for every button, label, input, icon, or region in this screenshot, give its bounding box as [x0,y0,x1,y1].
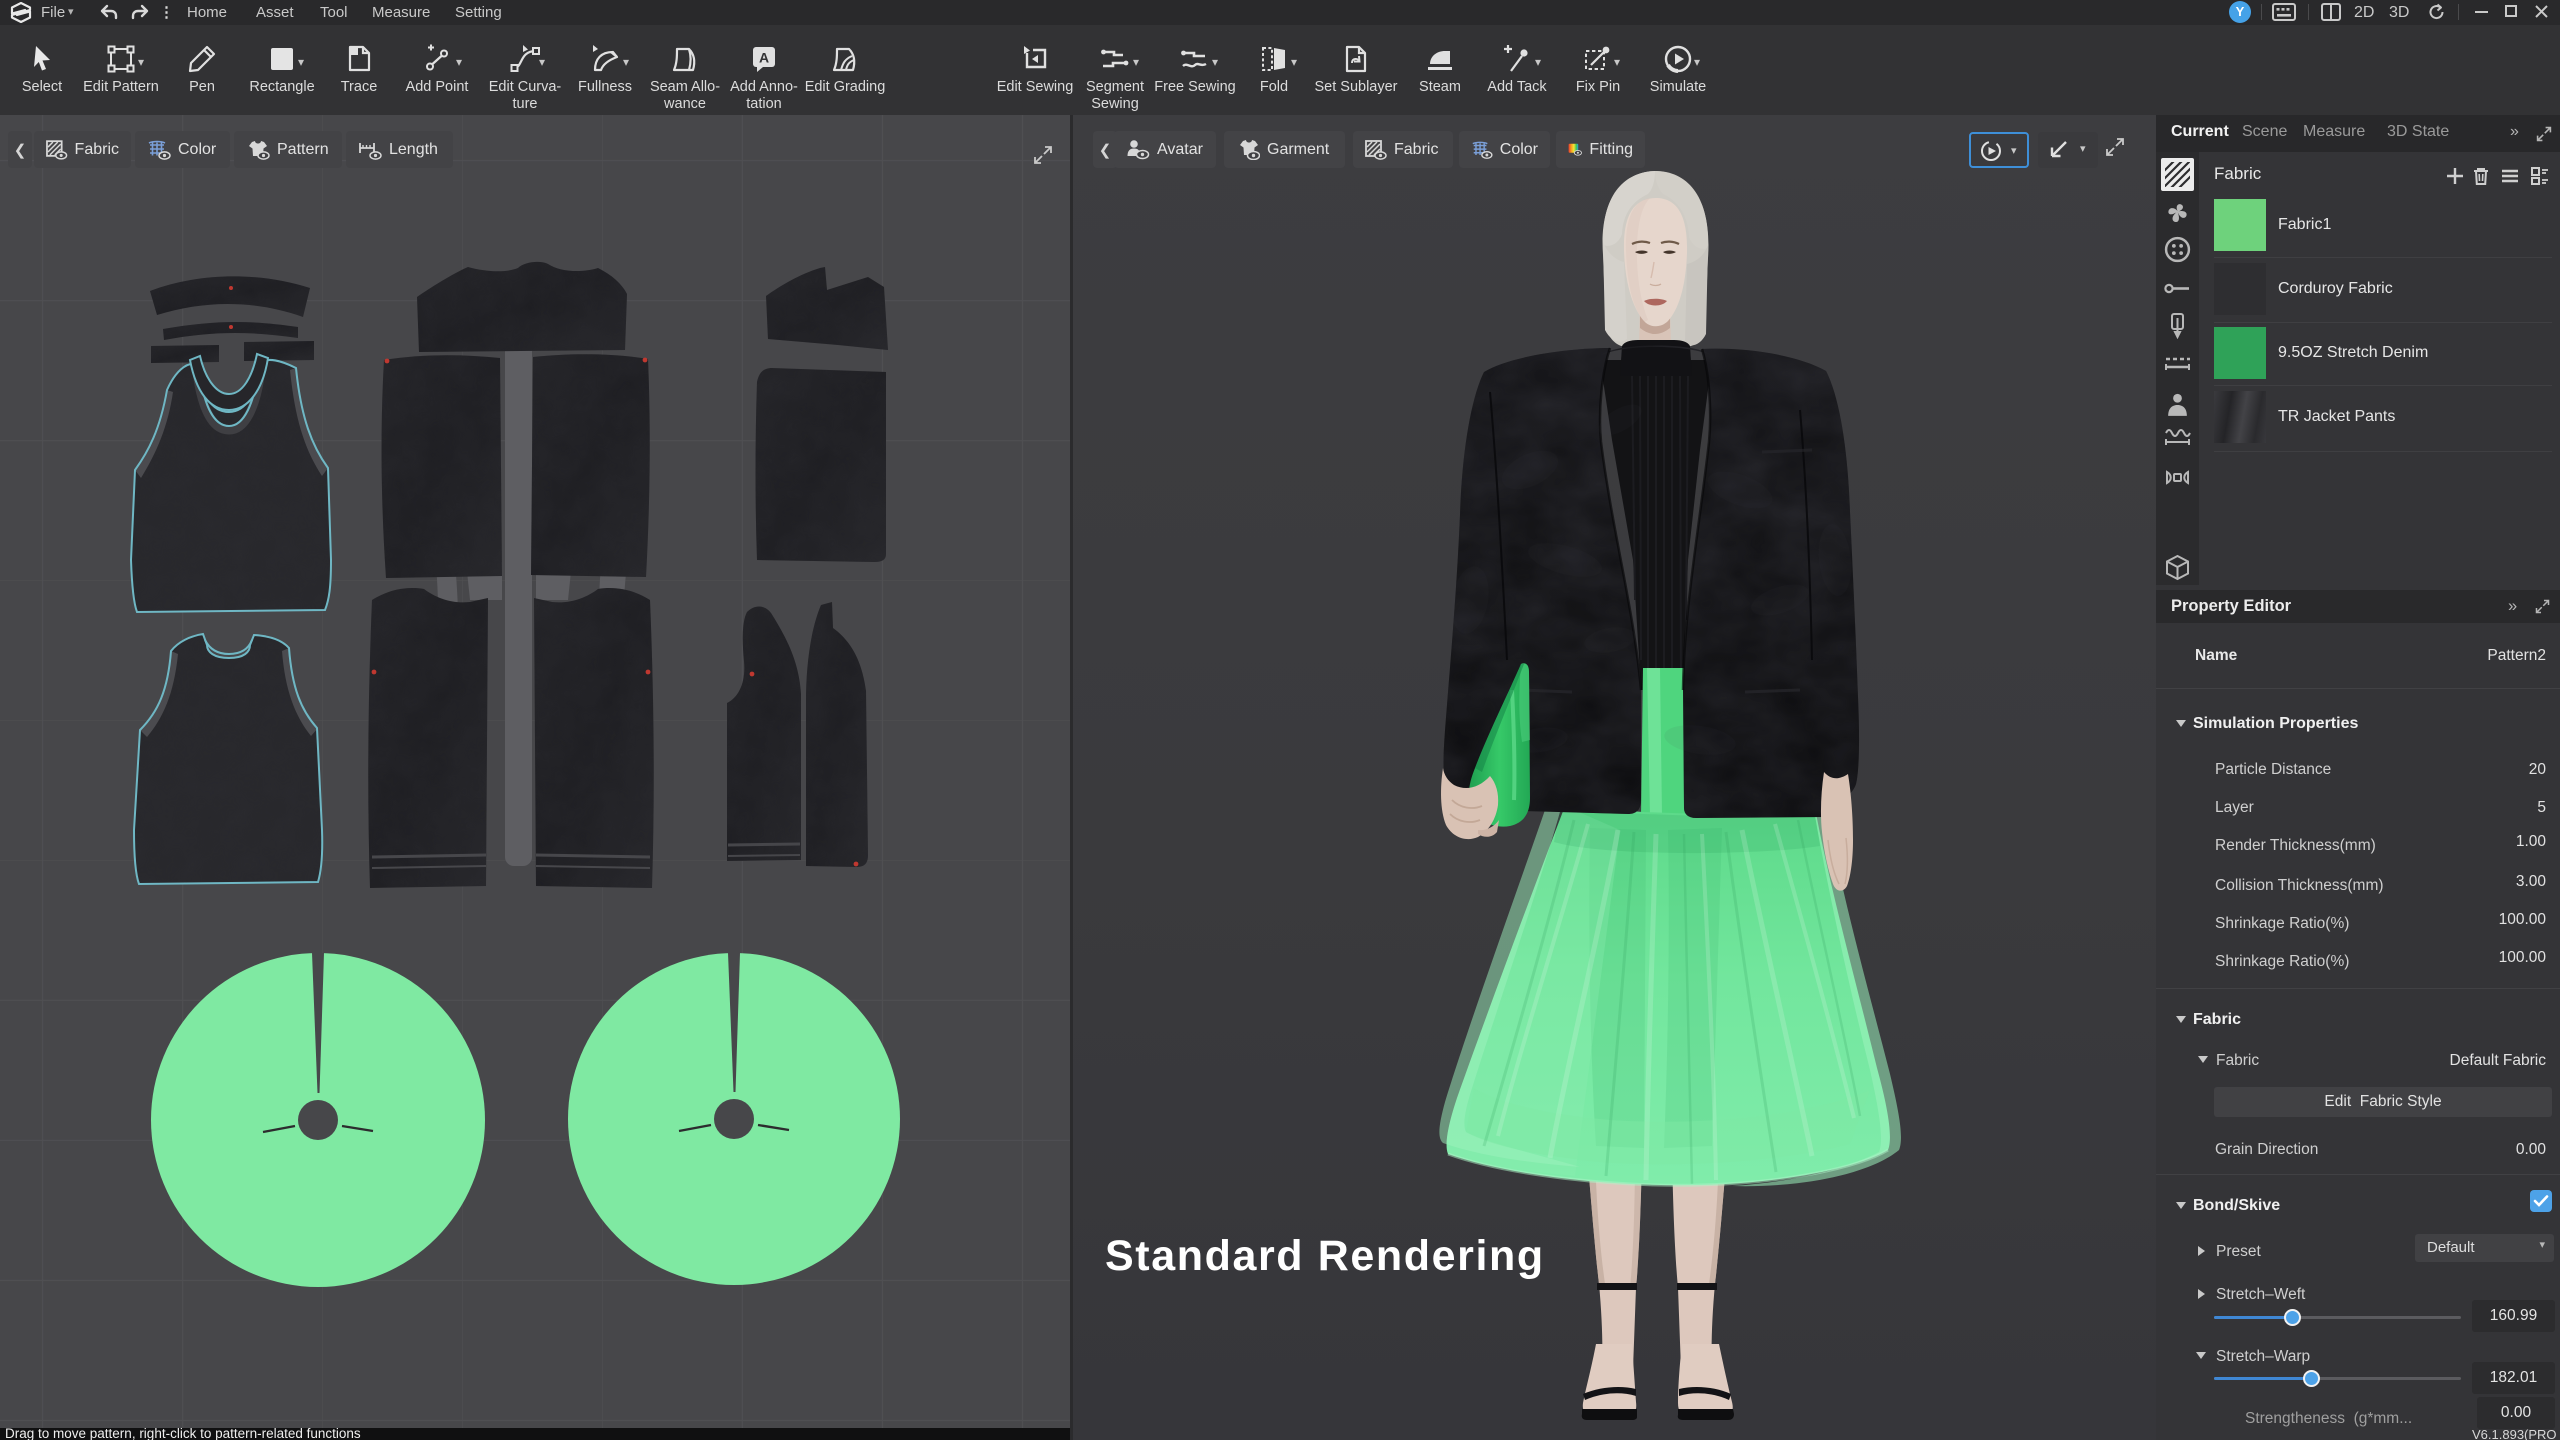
svg-text:A: A [759,50,769,66]
